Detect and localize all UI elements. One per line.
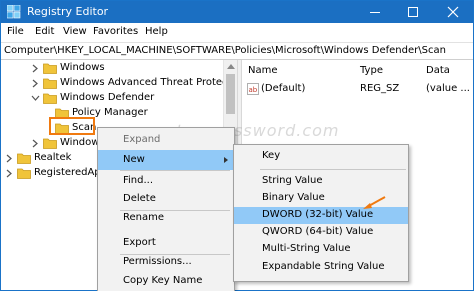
value-type: REG_SZ (360, 83, 400, 94)
column-header-data[interactable]: Data (426, 65, 450, 76)
tree-node-label[interactable]: Windows Advanced Threat Protection (60, 77, 237, 88)
chevron-right-icon[interactable] (31, 139, 40, 148)
submenu-item-label: Multi-String Value (262, 243, 351, 254)
close-icon (447, 6, 459, 18)
submenu-arrow-icon (224, 157, 228, 163)
column-header-name[interactable]: Name (248, 65, 278, 76)
menu-separator (120, 210, 230, 211)
submenu-item-label: Binary Value (262, 192, 325, 203)
chevron-right-icon[interactable] (31, 64, 40, 73)
menu-separator (260, 169, 406, 170)
minimize-button[interactable] (355, 1, 395, 23)
folder-icon (17, 168, 31, 179)
context-menu: Expand New Find... Delete Rename Export Permis… (97, 127, 235, 291)
value-data: (value ... (426, 83, 470, 94)
selected-key-highlight (49, 117, 95, 135)
context-menu-item-label: Permissions... (123, 256, 192, 267)
value-name[interactable]: (Default) (261, 83, 305, 94)
context-menu-item[interactable]: Find... (98, 171, 234, 191)
menu-edit[interactable]: Edit (35, 26, 54, 37)
menu-favorites[interactable]: Favorites (93, 26, 138, 37)
submenu-item[interactable]: Multi-String Value (234, 241, 408, 258)
scrollbar-thumb[interactable] (226, 74, 235, 114)
chevron-right-icon[interactable] (5, 154, 14, 163)
context-menu-item-label: Delete (123, 193, 156, 204)
new-submenu: Key String Value Binary Value DWORD (32-bit… (233, 144, 409, 282)
minimize-icon (370, 12, 380, 13)
close-button[interactable] (433, 1, 473, 23)
maximize-icon (408, 7, 418, 17)
context-menu-item[interactable]: Copy Key Name (98, 271, 234, 291)
submenu-item[interactable]: Key (234, 148, 408, 165)
column-header-type[interactable]: Type (360, 65, 383, 76)
window-title: Registry Editor (27, 5, 109, 18)
address-bar[interactable]: Computer\HKEY_LOCAL_MACHINE\SOFTWARE\Pol… (1, 42, 473, 60)
chevron-right-icon[interactable] (31, 79, 40, 88)
menu-file[interactable]: File (7, 26, 24, 37)
submenu-item-label: Key (262, 150, 281, 161)
maximize-button[interactable] (393, 1, 433, 23)
tree-node-label[interactable]: Windows Defender (60, 92, 154, 103)
address-path[interactable]: Computer\HKEY_LOCAL_MACHINE\SOFTWARE\Pol… (4, 45, 446, 56)
scroll-up-icon[interactable] (227, 64, 235, 69)
registry-editor-icon (7, 5, 21, 19)
submenu-item-label: QWORD (64-bit) Value (262, 226, 374, 237)
tree-node-label[interactable]: Windows (60, 62, 105, 73)
folder-icon (43, 138, 57, 149)
submenu-item-label: String Value (262, 175, 323, 186)
menu-separator (120, 254, 230, 255)
submenu-item[interactable]: String Value (234, 173, 408, 190)
context-menu-item[interactable]: Permissions... (98, 252, 234, 272)
context-menu-item-label: Export (123, 237, 156, 248)
folder-icon (43, 63, 57, 74)
context-menu-item[interactable]: Delete (98, 189, 234, 209)
submenu-item-label: Expandable String Value (262, 261, 385, 272)
menu-bar: File Edit View Favorites Help (1, 23, 473, 42)
chevron-down-icon[interactable] (31, 94, 40, 103)
folder-icon (43, 93, 57, 104)
chevron-right-icon[interactable] (5, 169, 14, 178)
title-bar[interactable]: Registry Editor (1, 1, 473, 23)
menu-help[interactable]: Help (145, 26, 168, 37)
menu-view[interactable]: View (63, 26, 87, 37)
context-menu-item[interactable]: New (98, 150, 234, 170)
context-menu-item-label: Expand (123, 134, 161, 145)
context-menu-item-label: Copy Key Name (123, 275, 203, 286)
registry-editor-window: Registry Editor File Edit View Favorites… (0, 0, 474, 291)
folder-icon (43, 78, 57, 89)
context-menu-item-label: New (123, 154, 145, 165)
menu-separator (120, 170, 230, 171)
submenu-item[interactable]: QWORD (64-bit) Value (234, 224, 408, 241)
submenu-item[interactable]: Expandable String Value (234, 259, 408, 276)
tree-node-label[interactable]: Realtek (34, 152, 71, 163)
context-menu-item[interactable]: Rename (98, 208, 234, 228)
submenu-item-label: DWORD (32-bit) Value (262, 209, 374, 220)
context-menu-item-label: Rename (123, 212, 165, 223)
folder-icon (17, 153, 31, 164)
pointer-arrow-icon (363, 196, 386, 209)
context-menu-item[interactable]: Expand (98, 130, 234, 150)
string-value-icon: ab (247, 83, 259, 95)
context-menu-item[interactable]: Export (98, 233, 234, 253)
context-menu-item-label: Find... (123, 175, 154, 186)
svg-text:ab: ab (249, 86, 258, 94)
